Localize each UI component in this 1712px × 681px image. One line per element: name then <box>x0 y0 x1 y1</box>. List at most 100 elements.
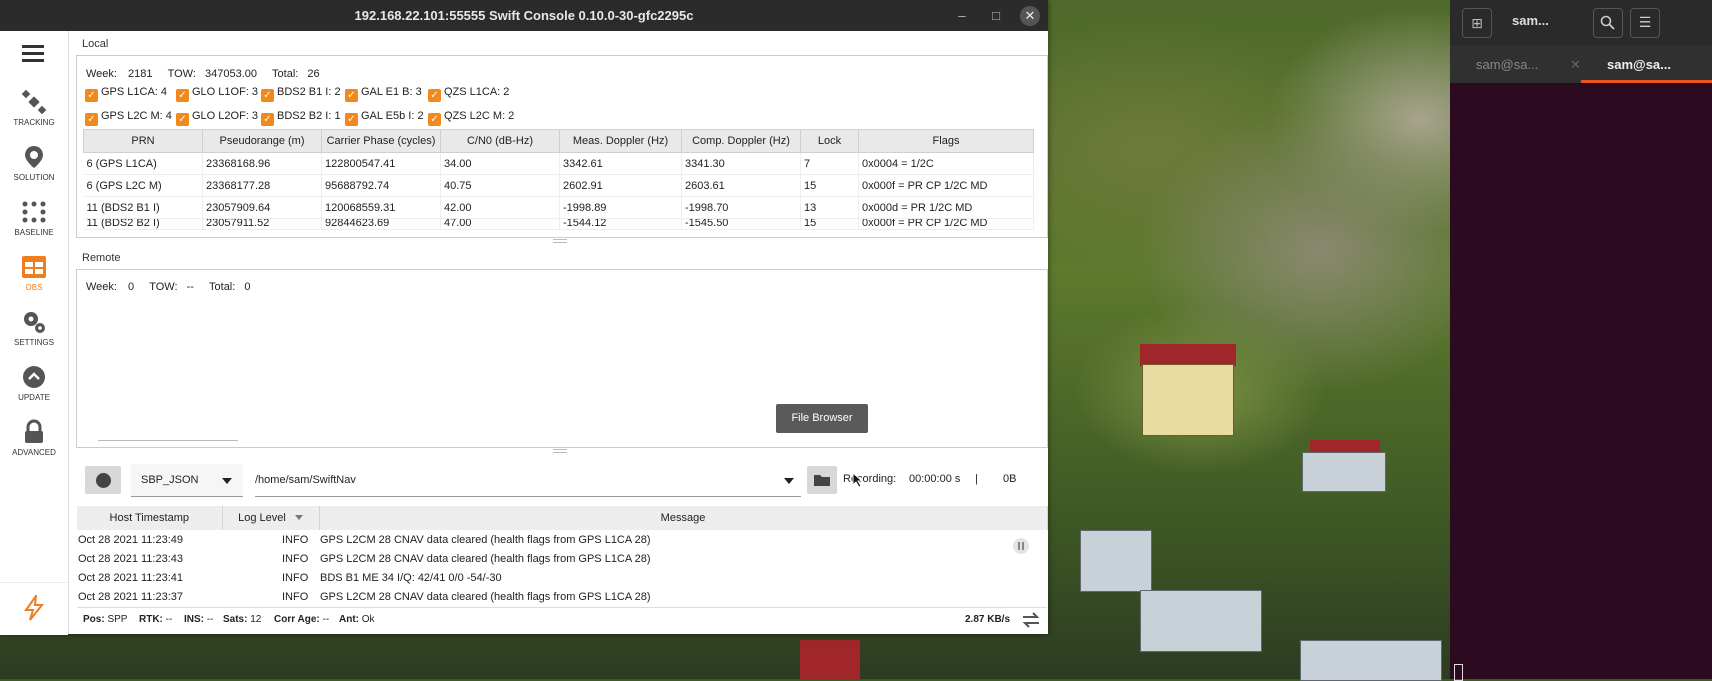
checkbox-label: GPS L2C M: 4 <box>101 110 172 122</box>
recording-label: Recording: <box>843 473 897 485</box>
obs-column-header[interactable]: Comp. Doppler (Hz) <box>681 129 801 153</box>
log-path-combobox[interactable]: /home/sam/SwiftNav <box>255 464 801 497</box>
checkmark-icon: ✓ <box>428 89 441 102</box>
house <box>1140 590 1262 652</box>
chevron-down-icon <box>784 478 794 484</box>
log-row[interactable]: Oct 28 2021 11:23:43 INFO GPS L2CM 28 CNAV… <box>77 549 1047 568</box>
obs-column-header[interactable]: Flags <box>858 129 1034 153</box>
obs-column-header[interactable]: Pseudorange (m) <box>202 129 322 153</box>
obs-column-header[interactable]: C/N0 (dB-Hz) <box>440 129 560 153</box>
obs-column-header[interactable]: Lock <box>800 129 859 153</box>
total-value: 0 <box>244 281 251 293</box>
nav-settings[interactable]: SETTINGS <box>0 309 68 347</box>
satellite-icon <box>21 89 47 115</box>
table-cell: 23368177.28 <box>202 174 322 197</box>
checkbox-label: QZS L2C M: 2 <box>444 110 515 122</box>
search-button[interactable] <box>1593 8 1623 38</box>
file-browser-button[interactable]: File Browser <box>776 404 868 433</box>
log-column-timestamp[interactable]: Host Timestamp <box>77 506 223 530</box>
format-select[interactable]: SBP_JSON <box>131 464 243 497</box>
nav-obs[interactable]: OBS <box>0 254 68 292</box>
log-row[interactable]: Oct 28 2021 11:23:37 INFO GPS L2CM 28 CNAV… <box>77 587 1047 606</box>
close-tab-icon[interactable]: ✕ <box>1570 57 1581 73</box>
table-cell: 11 (BDS2 B1 I) <box>83 196 203 219</box>
terminal-tab-label: sam@sa... <box>1607 57 1671 72</box>
checkmark-icon: ✓ <box>345 113 358 126</box>
log-row[interactable]: Oct 28 2021 11:23:49 INFO GPS L2CM 28 CNAV… <box>77 530 1047 549</box>
corr-age-value: -- <box>322 614 330 625</box>
log-column-message[interactable]: Message <box>319 506 1048 530</box>
obs-column-header[interactable]: Carrier Phase (cycles) <box>321 129 441 153</box>
nav-update[interactable]: UPDATE <box>0 364 68 402</box>
minimize-button[interactable]: – <box>952 6 972 26</box>
table-cell: -1544.12 <box>559 218 682 230</box>
table-row[interactable]: 6 (GPS L1CA) 23368168.96 122800547.41 34.00… <box>83 152 1034 175</box>
tow-label: TOW: <box>149 281 178 293</box>
checkbox-label: GLO L2OF: 3 <box>192 110 259 122</box>
baseline-dots-icon <box>22 201 46 223</box>
table-row[interactable]: 11 (BDS2 B2 I) 23057911.52 92844623.69 47.0… <box>83 218 1034 230</box>
menu-button[interactable]: ☰ <box>1630 8 1660 38</box>
week-label: Week: <box>86 68 117 80</box>
log-table: Host Timestamp Log Level Message Oct 28 … <box>77 506 1048 606</box>
pos-value: SPP <box>107 614 128 625</box>
terminal-tab-2[interactable]: sam@sa... <box>1581 45 1712 83</box>
constellation-checkbox[interactable]: ✓ QZS L2C M: 2 <box>428 110 514 126</box>
table-row[interactable]: 11 (BDS2 B1 I) 23057909.64 120068559.31 42.… <box>83 196 1034 219</box>
constellation-checkbox[interactable]: ✓ QZS L1CA: 2 <box>428 86 509 102</box>
terminal-tab-1[interactable]: sam@sa... ✕ <box>1450 45 1581 83</box>
constellation-checkbox[interactable]: ✓ GPS L2C M: 4 <box>85 110 172 126</box>
house-roof <box>1140 344 1236 366</box>
nav-baseline[interactable]: BASELINE <box>0 199 68 237</box>
tow-value: -- <box>186 281 194 293</box>
remote-scrollbar[interactable] <box>98 440 238 441</box>
terminal-cursor <box>1454 664 1463 681</box>
close-button[interactable]: ✕ <box>1020 6 1040 26</box>
location-pin-icon <box>25 146 43 168</box>
constellation-checkbox[interactable]: ✓ BDS2 B1 I: 2 <box>261 86 341 102</box>
log-row[interactable]: Oct 28 2021 11:23:41 INFO BDS B1 ME 34 I/Q… <box>77 568 1047 587</box>
constellation-checkbox[interactable]: ✓ BDS2 B2 I: 1 <box>261 110 341 126</box>
nav-tracking[interactable]: TRACKING <box>0 89 68 127</box>
nav-solution[interactable]: SOLUTION <box>0 144 68 182</box>
pause-button[interactable] <box>1013 538 1029 554</box>
checkmark-icon: ✓ <box>85 89 98 102</box>
terminal-header: ⊞ sam... ☰ <box>1450 0 1712 45</box>
constellation-checkbox[interactable]: ✓ GAL E1 B: 3 <box>345 86 422 102</box>
table-cell: 120068559.31 <box>321 196 441 219</box>
table-cell: 23368168.96 <box>202 152 322 175</box>
obs-column-header[interactable]: PRN <box>83 129 203 153</box>
nav-advanced[interactable]: ADVANCED <box>0 419 68 457</box>
constellation-checkbox[interactable]: ✓ GLO L2OF: 3 <box>176 110 258 126</box>
table-cell: 3341.30 <box>681 152 801 175</box>
constellation-checkbox[interactable]: ✓ GLO L1OF: 3 <box>176 86 258 102</box>
table-row[interactable]: 6 (GPS L2C M) 23368177.28 95688792.74 40.75… <box>83 174 1034 197</box>
constellation-checkbox[interactable]: ✓ GAL E5b I: 2 <box>345 110 424 126</box>
house <box>1080 530 1152 592</box>
hamburger-menu-icon[interactable] <box>22 45 44 62</box>
local-week-line: Week: 2181 TOW: 347053.00 Total: 26 <box>86 68 320 80</box>
log-cell: Oct 28 2021 11:23:43 <box>78 552 183 565</box>
constellation-checkbox[interactable]: ✓ GPS L1CA: 4 <box>85 86 167 102</box>
new-tab-button[interactable]: ⊞ <box>1462 8 1492 38</box>
maximize-button[interactable]: □ <box>986 6 1006 26</box>
connection-button[interactable] <box>0 582 68 635</box>
terminal-window: ⊞ sam... ☰ sam@sa... ✕ sam@sa... <box>1450 0 1712 681</box>
table-cell: 6 (GPS L2C M) <box>83 174 203 197</box>
obs-column-header[interactable]: Meas. Doppler (Hz) <box>559 129 682 153</box>
splitter-handle[interactable] <box>553 449 567 453</box>
lock-icon <box>25 419 43 443</box>
window-title: 192.168.22.101:55555 Swift Console 0.10.… <box>354 8 694 23</box>
record-button[interactable] <box>85 466 121 494</box>
table-cell: 13 <box>800 196 859 219</box>
folder-icon <box>814 475 830 486</box>
week-value: 0 <box>128 281 135 293</box>
splitter-handle[interactable] <box>553 239 567 243</box>
table-cell: -1545.50 <box>681 218 801 230</box>
folder-button[interactable] <box>807 466 837 494</box>
log-cell: Oct 28 2021 11:23:37 <box>78 590 183 603</box>
log-column-level[interactable]: Log Level <box>222 506 320 530</box>
checkmark-icon: ✓ <box>176 113 189 126</box>
nav-label: OBS <box>25 283 43 292</box>
table-cell: -1998.70 <box>681 196 801 219</box>
